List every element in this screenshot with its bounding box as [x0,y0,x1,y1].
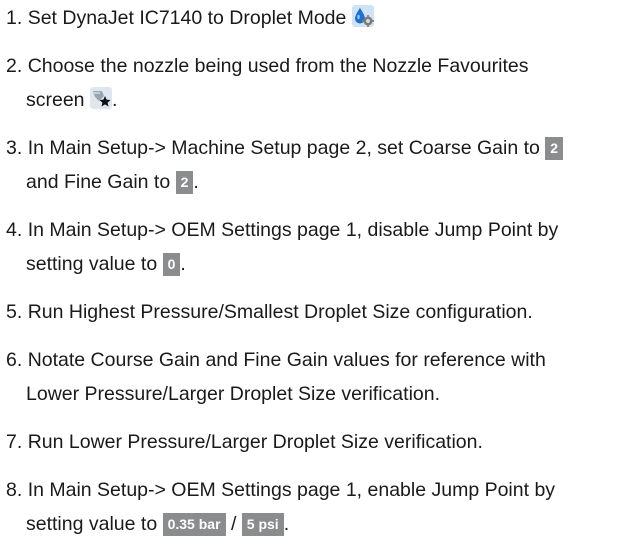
step-text-line1: In Main Setup-> Machine Setup page 2, se… [27,137,540,159]
droplet-mode-icon [351,4,374,27]
step-end: . [111,89,118,111]
step-number: 6. [6,349,23,371]
step-text-line1: Choose the nozzle being used from the No… [27,55,529,77]
step-text-line1: In Main Setup-> OEM Settings page 1, ena… [27,479,556,501]
step-text-line1: In Main Setup-> OEM Settings page 1, dis… [27,219,559,241]
step-text-line2: and Fine Gain to [26,171,171,193]
step-1: 1. Set DynaJet IC7140 to Droplet Mode [6,1,631,35]
step-text: Set DynaJet IC7140 to Droplet Mode [27,7,347,29]
coarse-gain-value-badge: 2 [545,137,564,160]
step-text: Run Lower Pressure/Larger Droplet Size v… [27,431,483,453]
fine-gain-value-badge: 2 [175,171,194,194]
jump-point-psi-badge: 5 psi [241,513,284,536]
step-7: 7. Run Lower Pressure/Larger Droplet Siz… [6,425,631,459]
step-number: 7. [6,431,23,453]
step-text-line2: setting value to [26,253,158,275]
step-4: 4. In Main Setup-> OEM Settings page 1, … [6,213,631,281]
step-2: 2. Choose the nozzle being used from the… [6,49,631,117]
step-number: 8. [6,479,23,501]
step-number: 1. [6,7,23,29]
step-text-line1: Notate Course Gain and Fine Gain values … [27,349,546,371]
jump-point-value-badge: 0 [162,253,181,276]
step-text-line2: setting value to [26,513,158,535]
unit-separator: / [230,513,237,535]
step-5: 5. Run Highest Pressure/Smallest Droplet… [6,295,631,329]
step-text-line2: screen [26,89,85,111]
step-number: 2. [6,55,23,77]
step-number: 3. [6,137,23,159]
step-end: . [180,253,186,275]
step-text-line2: Lower Pressure/Larger Droplet Size verif… [26,383,441,405]
jump-point-bar-badge: 0.35 bar [162,513,226,536]
step-end: . [193,171,199,193]
step-3: 3. In Main Setup-> Machine Setup page 2,… [6,131,631,199]
step-8: 8. In Main Setup-> OEM Settings page 1, … [6,473,631,541]
step-number: 4. [6,219,23,241]
step-end: . [283,513,290,535]
step-number: 5. [6,301,23,323]
step-6: 6. Notate Course Gain and Fine Gain valu… [6,343,631,411]
nozzle-favourites-icon [89,86,112,109]
step-text: Run Highest Pressure/Smallest Droplet Si… [27,301,533,323]
